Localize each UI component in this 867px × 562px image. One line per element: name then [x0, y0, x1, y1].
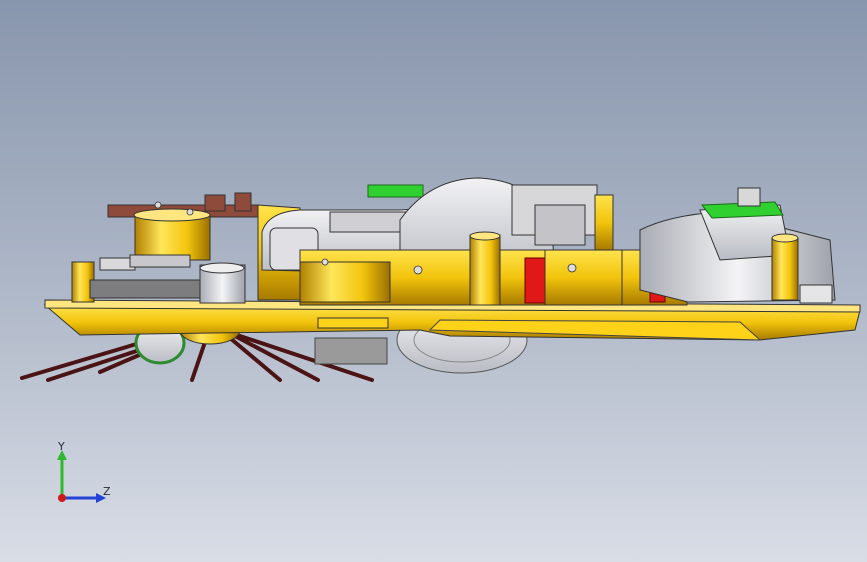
z-axis-label: Z: [103, 485, 111, 498]
triad-graphic: [57, 450, 106, 503]
robot-vacuum-model[interactable]: [0, 0, 867, 562]
y-axis-label: Y: [58, 440, 65, 453]
hub-block: [314, 337, 388, 365]
axis-triad: Y Z: [40, 440, 120, 510]
cad-viewport[interactable]: Y Z: [0, 0, 867, 562]
impeller-housing: [639, 187, 836, 304]
origin-point: [58, 494, 66, 502]
chassis-base: [43, 299, 861, 341]
